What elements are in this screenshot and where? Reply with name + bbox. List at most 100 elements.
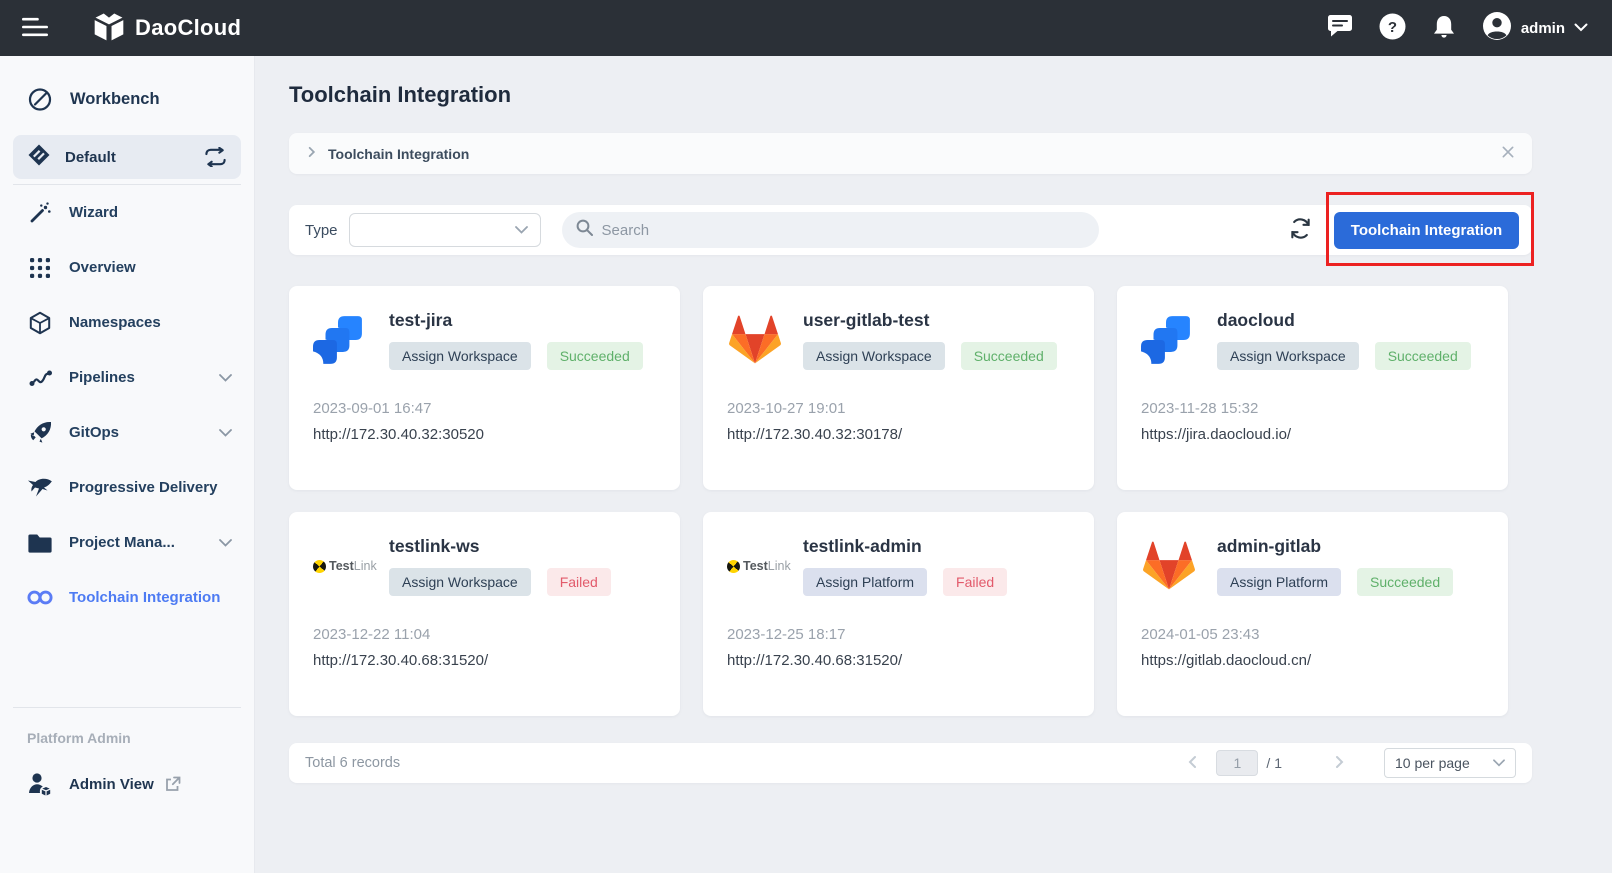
- scope-badge: Assign Workspace: [1217, 342, 1359, 370]
- chevron-right-icon: [306, 145, 317, 163]
- toolchain-card[interactable]: daocloud Assign Workspace Succeeded 2023…: [1117, 286, 1508, 490]
- sidebar-item-admin-view[interactable]: Admin View: [0, 746, 254, 796]
- messages-button[interactable]: [1327, 14, 1353, 42]
- testlink-ball-icon: [313, 560, 326, 573]
- card-url: http://172.30.40.32:30178/: [727, 426, 1070, 443]
- close-breadcrumb-button[interactable]: [1501, 145, 1515, 162]
- breadcrumb-item[interactable]: Toolchain Integration: [328, 146, 469, 162]
- refresh-button[interactable]: [1289, 217, 1312, 243]
- scope-badge: Assign Workspace: [389, 342, 531, 370]
- status-badge: Succeeded: [1375, 342, 1471, 370]
- username-label: admin: [1521, 20, 1565, 37]
- status-badge: Succeeded: [961, 342, 1057, 370]
- page-title: Toolchain Integration: [289, 82, 1532, 108]
- top-navbar: DaoCloud ? admin: [0, 0, 1612, 56]
- sidebar-item-namespaces[interactable]: Namespaces: [0, 295, 254, 350]
- card-url: https://gitlab.daocloud.cn/: [1141, 652, 1484, 669]
- workspace-icon: [27, 143, 51, 172]
- close-icon: [1501, 145, 1515, 162]
- sidebar-item-project-management[interactable]: Project Mana...: [0, 515, 254, 570]
- help-button[interactable]: ?: [1379, 13, 1406, 43]
- toolchain-card[interactable]: TestLink testlink-admin Assign Platform …: [703, 512, 1094, 716]
- card-title: testlink-admin: [803, 536, 1007, 557]
- chevron-down-icon: [219, 374, 232, 382]
- type-select[interactable]: [349, 213, 541, 247]
- brand[interactable]: DaoCloud: [92, 10, 241, 47]
- rocket-icon: [27, 420, 53, 445]
- per-page-select[interactable]: 10 per page: [1384, 748, 1516, 778]
- sidebar-item-overview[interactable]: Overview: [0, 240, 254, 295]
- next-page-button[interactable]: [1328, 755, 1350, 772]
- workbench-icon: [27, 86, 53, 113]
- sidebar-item-progressive-delivery[interactable]: Progressive Delivery: [0, 460, 254, 515]
- avatar-icon: [1482, 11, 1512, 46]
- notifications-button[interactable]: [1432, 14, 1456, 43]
- pipeline-icon: [27, 367, 53, 389]
- sidebar-item-gitops[interactable]: GitOps: [0, 405, 254, 460]
- workspace-selector[interactable]: Default: [13, 135, 241, 179]
- sidebar-item-toolchain-integration[interactable]: Toolchain Integration: [0, 570, 254, 625]
- testlink-ball-icon: [727, 560, 740, 573]
- sidebar: Workbench Default Wizard: [0, 56, 255, 873]
- sidebar-item-label: Wizard: [69, 204, 118, 221]
- sidebar-item-label: Project Mana...: [69, 534, 175, 551]
- chevron-left-icon: [1186, 755, 1200, 772]
- filter-toolbar: Type Toolchai: [289, 205, 1532, 255]
- app-root: DaoCloud ? admin: [0, 0, 1612, 873]
- external-link-icon: [164, 776, 181, 793]
- cube-icon: [27, 311, 53, 335]
- toolchain-card[interactable]: admin-gitlab Assign Platform Succeeded 2…: [1117, 512, 1508, 716]
- breadcrumb: Toolchain Integration: [289, 133, 1532, 174]
- sidebar-item-label: Overview: [69, 259, 136, 276]
- brand-name: DaoCloud: [135, 15, 241, 41]
- svg-text:?: ?: [1388, 19, 1397, 36]
- card-url: https://jira.daocloud.io/: [1141, 426, 1484, 443]
- testlink-logo-text: Link: [768, 559, 791, 573]
- menu-toggle-button[interactable]: [22, 17, 48, 40]
- user-menu[interactable]: admin: [1482, 11, 1588, 46]
- search-input[interactable]: [602, 222, 1085, 239]
- message-icon: [1327, 14, 1353, 42]
- sidebar-item-workbench[interactable]: Workbench: [0, 76, 254, 123]
- card-header: user-gitlab-test Assign Workspace Succee…: [727, 310, 1070, 370]
- card-url: http://172.30.40.68:31520/: [313, 652, 656, 669]
- card-header: daocloud Assign Workspace Succeeded: [1141, 310, 1484, 370]
- main-content: Toolchain Integration Toolchain Integrat…: [255, 56, 1612, 873]
- sidebar-nav: Wizard Overview Namespaces: [0, 185, 254, 625]
- status-badge: Succeeded: [1357, 568, 1453, 596]
- toolchain-integration-button[interactable]: Toolchain Integration: [1334, 212, 1519, 249]
- sidebar-item-label: Namespaces: [69, 314, 161, 331]
- toolchain-card[interactable]: user-gitlab-test Assign Workspace Succee…: [703, 286, 1094, 490]
- toolchain-card[interactable]: test-jira Assign Workspace Succeeded 202…: [289, 286, 680, 490]
- page-total-label: / 1: [1266, 755, 1282, 771]
- card-badges: Assign Workspace Succeeded: [389, 342, 643, 370]
- workbench-label: Workbench: [70, 90, 160, 109]
- sidebar-item-wizard[interactable]: Wizard: [0, 185, 254, 240]
- card-header: TestLink testlink-ws Assign Workspace Fa…: [313, 536, 656, 596]
- card-badges: Assign Platform Failed: [803, 568, 1007, 596]
- toolchain-card[interactable]: TestLink testlink-ws Assign Workspace Fa…: [289, 512, 680, 716]
- magic-wand-icon: [27, 201, 53, 225]
- status-badge: Succeeded: [547, 342, 643, 370]
- sidebar-item-pipelines[interactable]: Pipelines: [0, 350, 254, 405]
- sidebar-item-label: GitOps: [69, 424, 119, 441]
- scope-badge: Assign Workspace: [803, 342, 945, 370]
- card-url: http://172.30.40.68:31520/: [727, 652, 1070, 669]
- card-badges: Assign Workspace Failed: [389, 568, 611, 596]
- jira-logo-icon: [313, 316, 377, 364]
- card-header: TestLink testlink-admin Assign Platform …: [727, 536, 1070, 596]
- search-box: [562, 212, 1099, 248]
- page-number-input[interactable]: [1216, 750, 1258, 776]
- card-title: admin-gitlab: [1217, 536, 1453, 557]
- card-header: test-jira Assign Workspace Succeeded: [313, 310, 656, 370]
- card-badges: Assign Workspace Succeeded: [803, 342, 1057, 370]
- card-badges: Assign Platform Succeeded: [1217, 568, 1453, 596]
- folder-icon: [27, 533, 53, 553]
- switch-workspace-icon[interactable]: [204, 147, 227, 167]
- per-page-value: 10 per page: [1395, 755, 1470, 771]
- navbar-actions: ? admin: [1327, 11, 1588, 46]
- chevron-down-icon: [219, 539, 232, 547]
- previous-page-button[interactable]: [1182, 755, 1204, 772]
- pager: / 1 10 per page: [1182, 748, 1516, 778]
- testlink-logo-text: Test: [329, 559, 354, 573]
